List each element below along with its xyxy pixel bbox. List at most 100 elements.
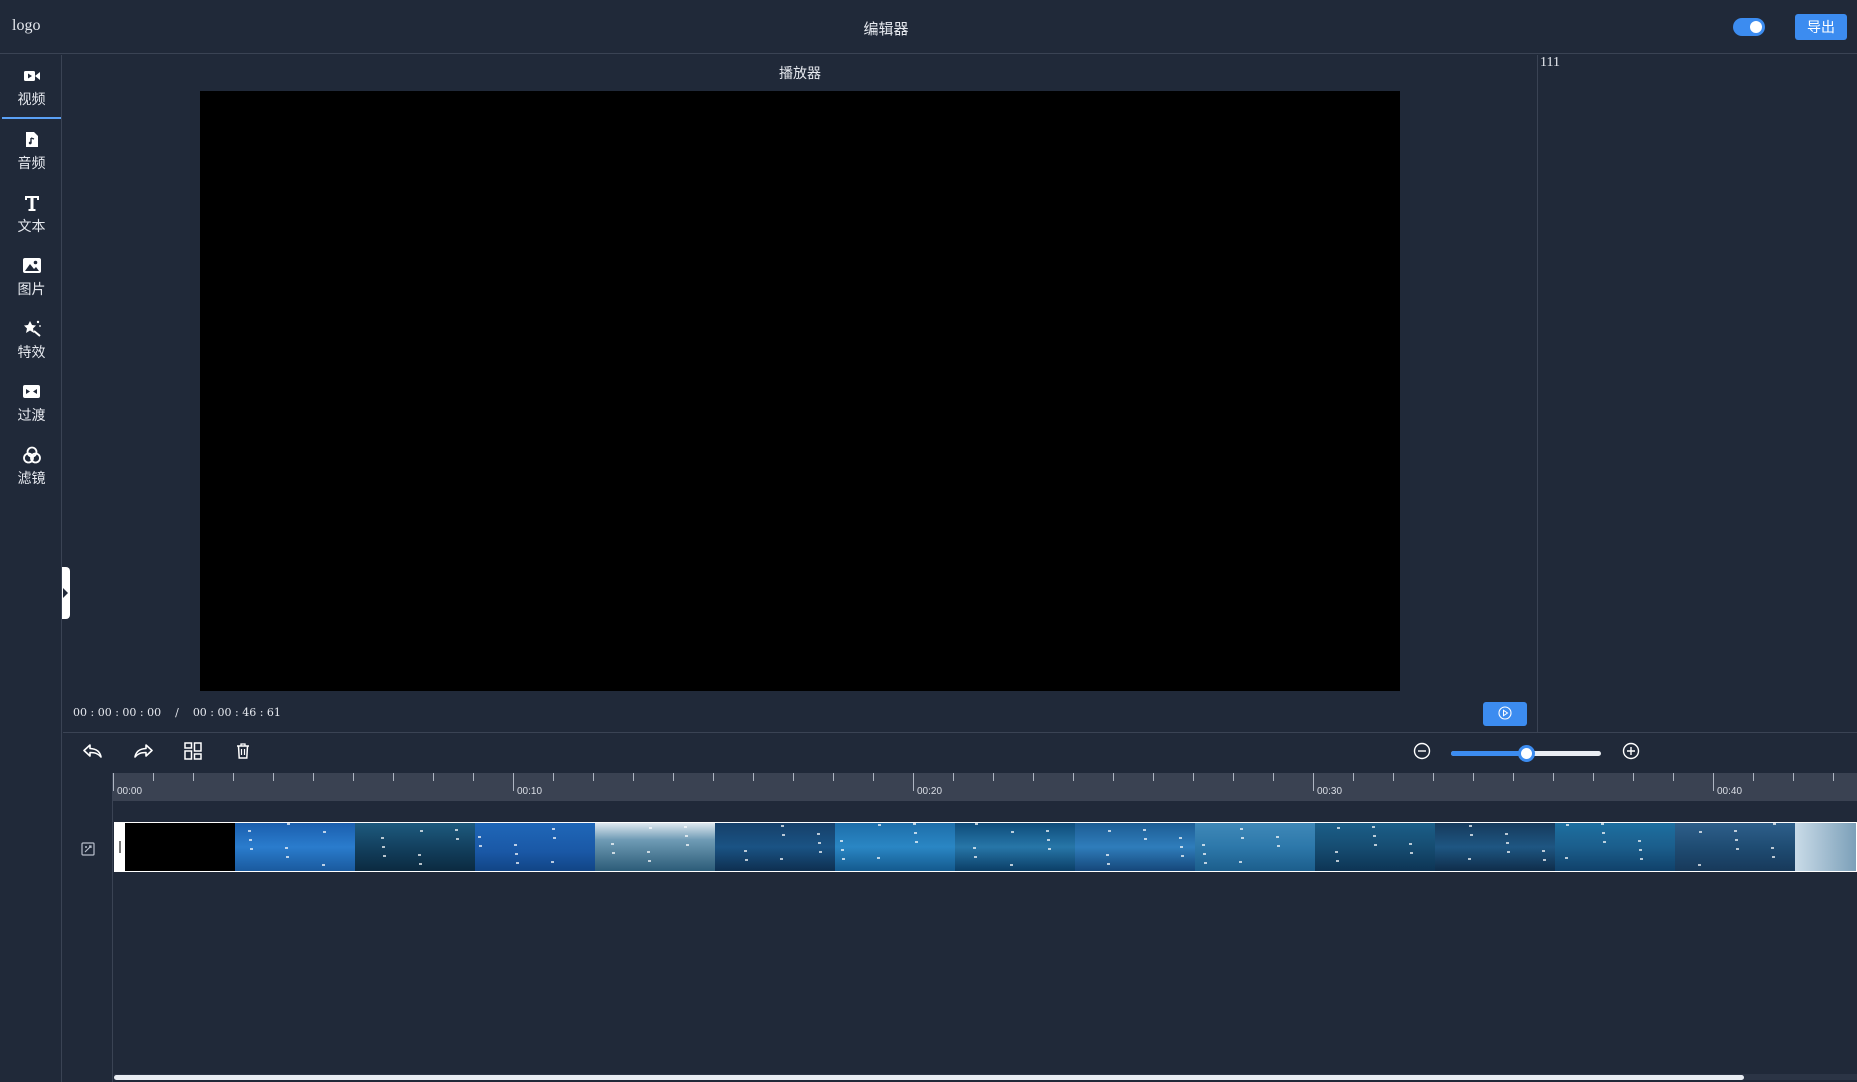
thumbnail-detail (914, 832, 917, 834)
horizontal-scrollbar[interactable] (114, 1074, 1857, 1080)
thumbnail-detail (913, 823, 916, 825)
ruler-tick (1113, 773, 1114, 781)
timeline: 00:00 00:10 00:20 00:30 00:40 (63, 773, 1857, 1082)
thumbnail-detail (744, 850, 747, 852)
redo-button[interactable] (131, 741, 155, 765)
sidebar-item-audio[interactable]: 音频 (2, 120, 61, 182)
thumbnail-detail (285, 847, 288, 849)
thumbnail-detail (382, 846, 385, 848)
current-time: 00 : 00 : 00 : 00 (73, 706, 162, 719)
ruler-tick (1033, 773, 1034, 781)
split-icon (184, 742, 202, 764)
thumbnail-detail (286, 856, 289, 858)
thumbnail-detail (420, 830, 423, 832)
ruler-tick (1593, 773, 1594, 781)
ruler-tick (433, 773, 434, 781)
clip-thumbnail (1795, 823, 1856, 871)
time-ruler[interactable]: 00:00 00:10 00:20 00:30 00:40 (113, 773, 1857, 801)
scrollbar-thumb[interactable] (114, 1075, 1744, 1080)
thumbnail-detail (1410, 852, 1413, 854)
ruler-tick (513, 773, 514, 791)
thumbnail-detail (611, 843, 614, 845)
thumbnail-detail (383, 855, 386, 857)
clip-trim-handle[interactable] (115, 823, 125, 871)
thumbnail-detail (915, 841, 918, 843)
clip-thumbnail (1675, 823, 1795, 871)
thumbnail-detail (818, 842, 821, 844)
clip-thumbnail (1435, 823, 1555, 871)
thumbnail-detail (418, 854, 421, 856)
thumbnail-detail (819, 851, 822, 853)
app-title: 编辑器 (863, 20, 909, 38)
sidebar-item-video[interactable]: 视频 (2, 57, 61, 119)
thumbnail-detail (1543, 859, 1546, 861)
play-icon (1498, 705, 1512, 724)
ruler-tick (673, 773, 674, 781)
sidebar-item-label: 视频 (17, 91, 46, 108)
transition-icon (22, 382, 42, 402)
export-button[interactable]: 导出 (1795, 14, 1847, 40)
ruler-tick (1433, 773, 1434, 781)
thumbnail-detail (685, 835, 688, 837)
thumbnail-detail (323, 831, 326, 833)
thumbnail-detail (1638, 840, 1641, 842)
thumbnail-detail (1010, 864, 1013, 866)
ruler-tick (1473, 773, 1474, 781)
ruler-tick (993, 773, 994, 781)
ruler-label: 00:40 (1717, 786, 1743, 797)
clip-thumbnail (355, 823, 475, 871)
zoom-out-icon (1413, 742, 1431, 764)
redo-icon (133, 743, 153, 763)
sidebar-item-image[interactable]: 图片 (2, 246, 61, 308)
zoom-in-button[interactable] (1619, 741, 1643, 765)
thumbnail-detail (1374, 844, 1377, 846)
split-button[interactable] (181, 741, 205, 765)
zoom-slider[interactable] (1451, 745, 1601, 762)
track-header (63, 773, 113, 1082)
video-preview[interactable] (200, 91, 1400, 691)
ruler-tick (1793, 773, 1794, 781)
thumbnail-detail (782, 834, 785, 836)
ruler-tick (1233, 773, 1234, 781)
sidebar-item-transition[interactable]: 过渡 (2, 372, 61, 434)
thumbnail-detail (478, 836, 481, 838)
zoom-out-button[interactable] (1410, 741, 1434, 765)
ruler-tick (1313, 773, 1314, 791)
thumbnail-detail (1144, 838, 1147, 840)
play-button[interactable] (1483, 702, 1527, 726)
thumbnail-detail (1106, 854, 1109, 856)
thumbnail-detail (287, 823, 290, 825)
thumbnail-detail (974, 856, 977, 858)
sidebar-item-filter[interactable]: 滤镜 (2, 435, 61, 497)
undo-button[interactable] (81, 741, 105, 765)
ruler-tick (913, 773, 914, 791)
thumbnail-detail (1181, 855, 1184, 857)
thumbnail-detail (1566, 824, 1569, 826)
thumbnail-detail (456, 838, 459, 840)
sidebar-item-label: 特效 (17, 344, 46, 361)
clip-thumbnail (955, 823, 1075, 871)
video-clip[interactable] (114, 822, 1857, 872)
ruler-tick (473, 773, 474, 781)
delete-button[interactable] (231, 741, 255, 765)
ruler-tick (1193, 773, 1194, 781)
ruler-tick (953, 773, 954, 781)
ruler-tick (353, 773, 354, 781)
sidebar-item-text[interactable]: 文本 (2, 183, 61, 245)
thumbnail-detail (1507, 851, 1510, 853)
thumbnail-detail (1506, 842, 1509, 844)
zoom-slider-thumb[interactable] (1518, 745, 1535, 762)
ruler-tick (713, 773, 714, 781)
sidebar-item-effects[interactable]: 特效 (2, 309, 61, 371)
ruler-label: 00:30 (1317, 786, 1343, 797)
thumbnail-detail (1202, 844, 1205, 846)
thumbnail-detail (648, 860, 651, 862)
thumbnail-detail (649, 827, 652, 829)
thumbnail-detail (249, 839, 252, 841)
thumbnail-detail (1239, 861, 1242, 863)
ruler-tick (1153, 773, 1154, 781)
thumbnail-detail (552, 828, 555, 830)
thumbnail-detail (1470, 834, 1473, 836)
ruler-tick (1753, 773, 1754, 781)
theme-toggle[interactable] (1733, 18, 1765, 36)
